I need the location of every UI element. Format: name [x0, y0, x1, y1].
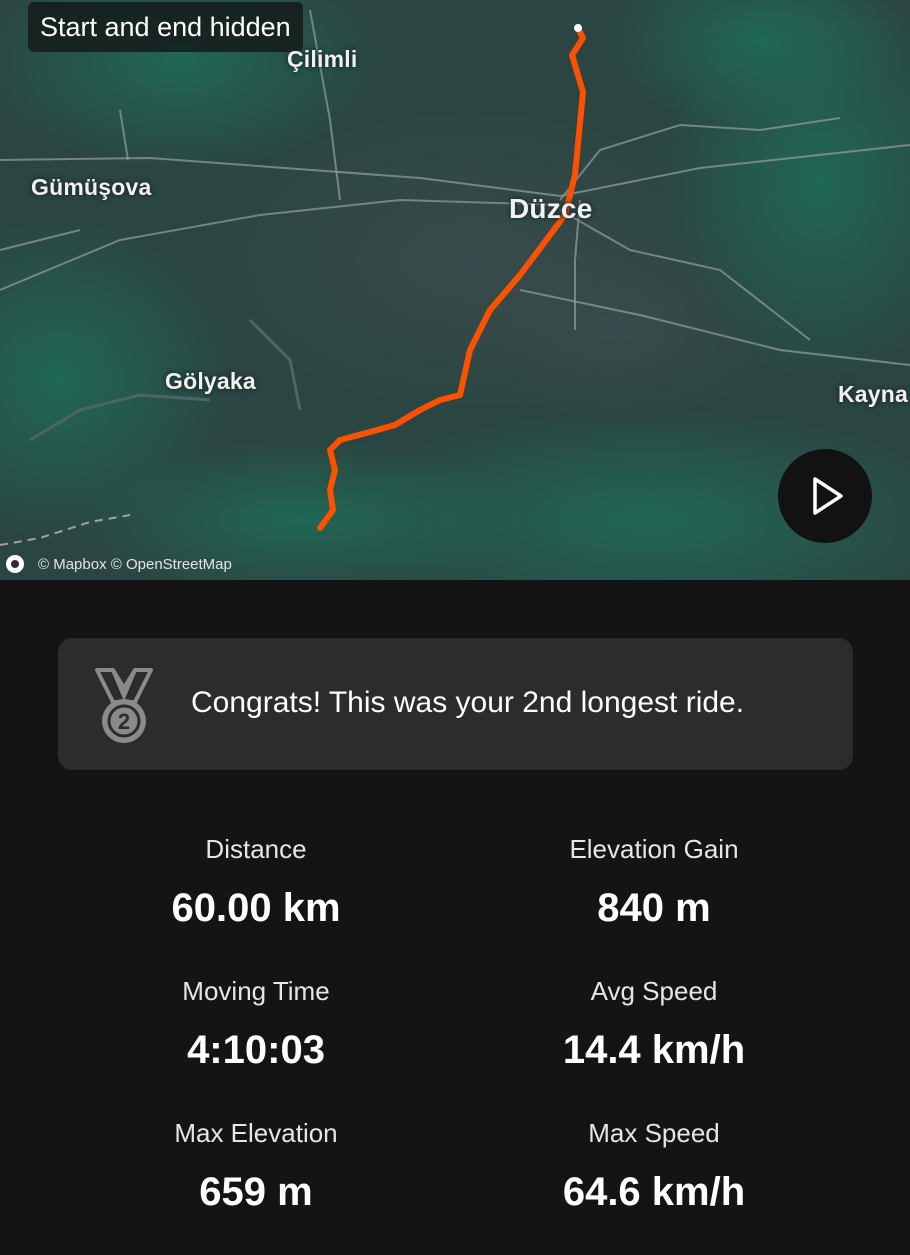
play-icon	[813, 477, 843, 515]
attribution-text: © Mapbox © OpenStreetMap	[38, 555, 232, 573]
mapbox-logo-icon	[6, 555, 24, 573]
place-label-kaynasli: Kayna	[838, 381, 909, 407]
stat-label: Distance	[205, 834, 307, 864]
stat-avg-speed: Avg Speed 14.4 km/h	[454, 976, 854, 1072]
map-terrain	[0, 0, 910, 580]
stat-elevation-gain: Elevation Gain 840 m	[454, 834, 854, 930]
stat-label: Max Elevation	[174, 1118, 338, 1148]
stat-moving-time: Moving Time 4:10:03	[56, 976, 456, 1072]
stat-label: Moving Time	[182, 976, 330, 1006]
stat-distance: Distance 60.00 km	[56, 834, 456, 930]
route-map[interactable]: Start and end hidden Çilimli Gümüşova Dü…	[0, 0, 910, 580]
place-label-gumusova: Gümüşova	[31, 174, 152, 200]
stat-max-speed: Max Speed 64.6 km/h	[454, 1118, 854, 1214]
map-attribution[interactable]: © Mapbox © OpenStreetMap	[6, 552, 232, 576]
medal-icon: 2	[95, 668, 153, 743]
stat-label: Avg Speed	[590, 976, 718, 1006]
achievement-card[interactable]: 2 Congrats! This was your 2nd longest ri…	[58, 638, 853, 770]
achievement-text: Congrats! This was your 2nd longest ride…	[191, 686, 745, 719]
place-label-cilimli: Çilimli	[287, 46, 358, 72]
stat-label: Elevation Gain	[569, 834, 739, 864]
play-flyover-button[interactable]	[778, 449, 872, 543]
start-end-hidden-badge: Start and end hidden	[28, 2, 303, 52]
stat-value: 840 m	[597, 886, 711, 930]
medal-rank: 2	[118, 709, 130, 734]
stat-value: 60.00 km	[171, 886, 341, 930]
stat-value: 659 m	[199, 1170, 313, 1214]
stat-label: Max Speed	[588, 1118, 720, 1148]
place-label-duzce: Düzce	[509, 193, 593, 224]
stat-max-elevation: Max Elevation 659 m	[56, 1118, 456, 1214]
stat-value: 4:10:03	[187, 1028, 325, 1072]
stat-value: 14.4 km/h	[562, 1028, 746, 1072]
place-label-golyaka: Gölyaka	[165, 368, 256, 394]
stat-value: 64.6 km/h	[562, 1170, 746, 1214]
